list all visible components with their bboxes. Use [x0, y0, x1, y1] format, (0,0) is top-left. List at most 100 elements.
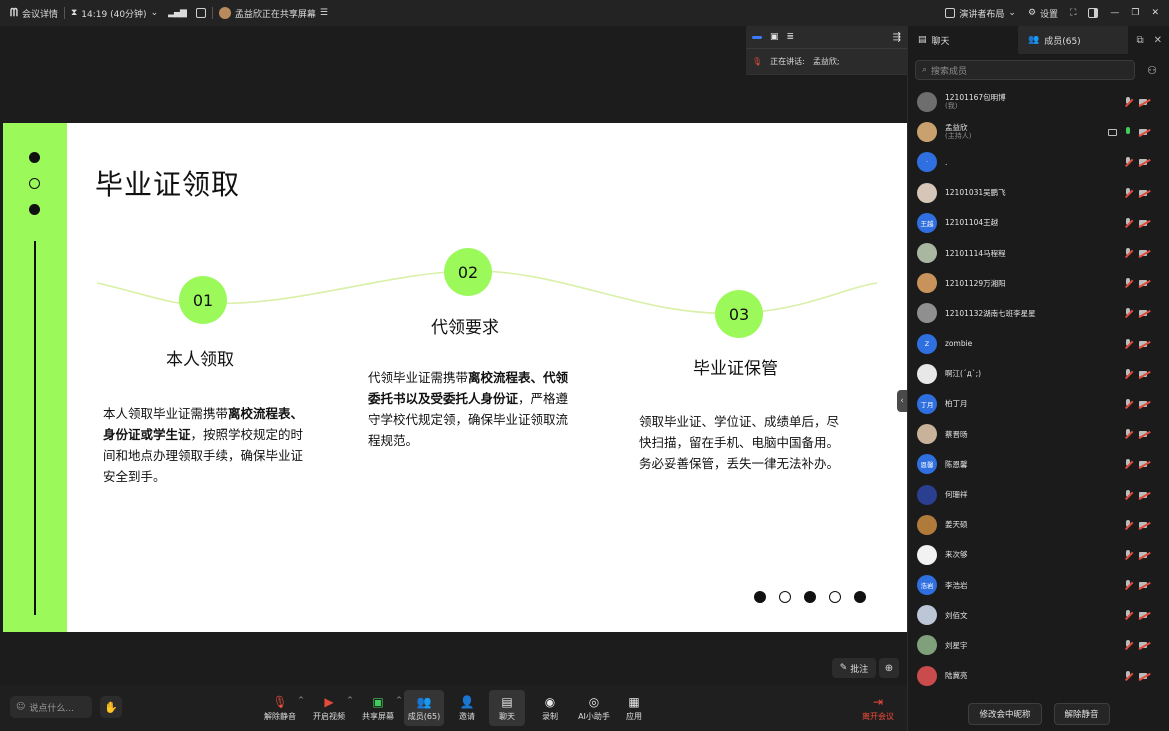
- sidebar-toggle-icon[interactable]: [1088, 8, 1099, 18]
- sharing-notice[interactable]: 孟益欣正在共享屏幕 ☰: [218, 7, 328, 20]
- tab-indicator[interactable]: [752, 35, 762, 39]
- ai-assistant-button[interactable]: ◎ AI小助手: [574, 690, 614, 726]
- record-icon: ◉: [544, 694, 556, 709]
- member-row[interactable]: 丁月 柏丁月: [908, 389, 1169, 419]
- minimize-icon[interactable]: —: [1110, 8, 1119, 18]
- close-icon[interactable]: ✕: [1151, 8, 1159, 18]
- start-video-button[interactable]: ▶ 开启视频 ^: [311, 690, 353, 726]
- tab-chat[interactable]: ▤ 聊天: [908, 26, 1018, 54]
- member-row[interactable]: 孟益欣 (主持人): [908, 117, 1169, 147]
- chevron-up-icon[interactable]: ^: [347, 696, 353, 704]
- share-screen-label: 共享屏幕: [362, 711, 394, 721]
- chat-button[interactable]: ▤ 聊天: [489, 690, 525, 726]
- chevron-up-icon[interactable]: ^: [298, 696, 304, 704]
- member-row[interactable]: 12101031吴鹏飞: [908, 178, 1169, 208]
- member-row[interactable]: 浩岩 李浩岩: [908, 570, 1169, 600]
- invite-button[interactable]: 👤 邀请: [452, 690, 482, 726]
- member-name: 陈恩馨: [945, 459, 968, 469]
- member-row[interactable]: 12101167包明博 (我): [908, 87, 1169, 117]
- unmute-button[interactable]: 🎙 解除静音 ^: [262, 690, 304, 726]
- search-placeholder: 搜索成员: [931, 66, 968, 77]
- fullscreen-icon[interactable]: ⛶: [1070, 8, 1076, 18]
- apps-button[interactable]: ▦ 应用: [620, 690, 648, 726]
- member-status-icons: [1124, 449, 1150, 479]
- member-avatar: 丁月: [917, 393, 937, 414]
- page-dot: [754, 591, 766, 603]
- member-list: 12101167包明博 (我) 孟益欣 (主持人) ·. 12101031吴鹏飞 王越 121…: [908, 87, 1169, 691]
- chevron-up-icon[interactable]: ^: [396, 696, 402, 704]
- popout-icon[interactable]: ⧉: [1136, 35, 1143, 46]
- mic-off-icon: [1124, 670, 1132, 681]
- list-view-icon[interactable]: ≣: [787, 32, 795, 42]
- member-row[interactable]: 姜天硕: [908, 510, 1169, 540]
- member-avatar: 王越: [917, 212, 937, 233]
- member-avatar: [917, 484, 937, 505]
- member-avatar: Z: [917, 333, 937, 354]
- mic-off-icon: [1124, 580, 1132, 590]
- collapse-panel-handle[interactable]: ‹: [897, 390, 907, 412]
- member-avatar: 恩馨: [917, 454, 937, 475]
- panel-menu-icon[interactable]: ⇶: [893, 32, 901, 43]
- member-row[interactable]: 12101114马程程: [908, 238, 1169, 268]
- invite-label: 邀请: [459, 711, 475, 721]
- grid-view-icon[interactable]: ▣: [770, 32, 779, 42]
- ai-assistant-icon: ◎: [588, 694, 600, 709]
- members-button[interactable]: 👥 成员(65): [404, 690, 444, 726]
- camera-off-icon: [1139, 641, 1150, 649]
- settings-button[interactable]: ⚙ 设置: [1028, 7, 1058, 20]
- mic-off-icon: [1124, 338, 1132, 349]
- member-row[interactable]: 恩馨 陈恩馨: [908, 449, 1169, 479]
- member-row[interactable]: 来次够: [908, 540, 1169, 570]
- raise-hand-button[interactable]: ✋: [100, 696, 122, 718]
- layout-button[interactable]: 演讲者布局 ⌄: [945, 7, 1016, 20]
- network-signal[interactable]: ▂▄▆: [168, 8, 187, 18]
- member-name-block: zombie: [945, 339, 972, 348]
- member-avatar: [917, 665, 937, 686]
- mic-off-icon: 🎙: [752, 57, 763, 66]
- member-name-block: 啊江(´д`;): [945, 369, 981, 378]
- member-row[interactable]: 刘佰文: [908, 600, 1169, 630]
- member-avatar: [917, 605, 937, 626]
- member-row[interactable]: 陆冀亮: [908, 661, 1169, 691]
- member-row[interactable]: 12101132湖南七班李星星: [908, 298, 1169, 328]
- member-name: 刘星宇: [945, 640, 968, 650]
- member-name: 孟益欣: [945, 123, 968, 133]
- chat-quick-input[interactable]: ☺ 说点什么...: [10, 696, 92, 718]
- member-row[interactable]: 啊江(´д`;): [908, 359, 1169, 389]
- leave-meeting-button[interactable]: ⇥ 离开会议: [858, 690, 898, 726]
- speaker-name: 孟益欣;: [812, 57, 840, 66]
- member-row[interactable]: Zzombie: [908, 329, 1169, 359]
- zoom-button[interactable]: ⊕: [879, 658, 899, 678]
- meeting-time[interactable]: ⧗ 14:19 (40分钟) ⌄: [71, 7, 158, 20]
- close-icon[interactable]: ✕: [1154, 35, 1162, 46]
- member-row[interactable]: ·.: [908, 147, 1169, 177]
- apps-label: 应用: [626, 711, 642, 721]
- member-row[interactable]: 蔡晋旸: [908, 419, 1169, 449]
- annotate-button[interactable]: ✎ 批注: [832, 658, 876, 678]
- member-row[interactable]: 王越 12101104王越: [908, 208, 1169, 238]
- tab-members[interactable]: 👥 成员(65): [1018, 26, 1128, 54]
- member-row[interactable]: 刘星宇: [908, 630, 1169, 660]
- record-button[interactable]: ◉ 录制: [535, 690, 565, 726]
- add-user-button[interactable]: ⚇: [1142, 60, 1162, 80]
- rename-button[interactable]: 修改会中昵称: [968, 702, 1042, 725]
- mic-off-icon: 🎙: [272, 694, 288, 709]
- member-name-block: 12101129万湘阳: [945, 279, 1006, 288]
- member-name-block: 何珊祥: [945, 490, 968, 499]
- meeting-time-label: 14:19 (40分钟): [81, 9, 147, 20]
- member-name: 李浩岩: [945, 580, 968, 590]
- unmute-self-button[interactable]: 解除静音: [1053, 702, 1110, 725]
- share-screen-button[interactable]: ▣ 共享屏幕 ^: [360, 690, 402, 726]
- member-row[interactable]: 何珊祥: [908, 479, 1169, 509]
- member-avatar: [917, 122, 937, 143]
- mic-off-icon: [1124, 278, 1132, 288]
- layout-label: 演讲者布局: [959, 9, 1005, 20]
- member-row[interactable]: 12101129万湘阳: [908, 268, 1169, 298]
- restore-icon[interactable]: ❐: [1131, 8, 1139, 18]
- meeting-info-button[interactable]: ᗰ 会议详情: [10, 6, 58, 20]
- member-name-block: 12101167包明博 (我): [945, 93, 1006, 111]
- member-search-input[interactable]: ⌕ 搜索成员: [915, 60, 1135, 80]
- screen-share-icon: [1108, 128, 1117, 136]
- popout-button[interactable]: [195, 8, 206, 18]
- member-status-icons: [1124, 268, 1150, 298]
